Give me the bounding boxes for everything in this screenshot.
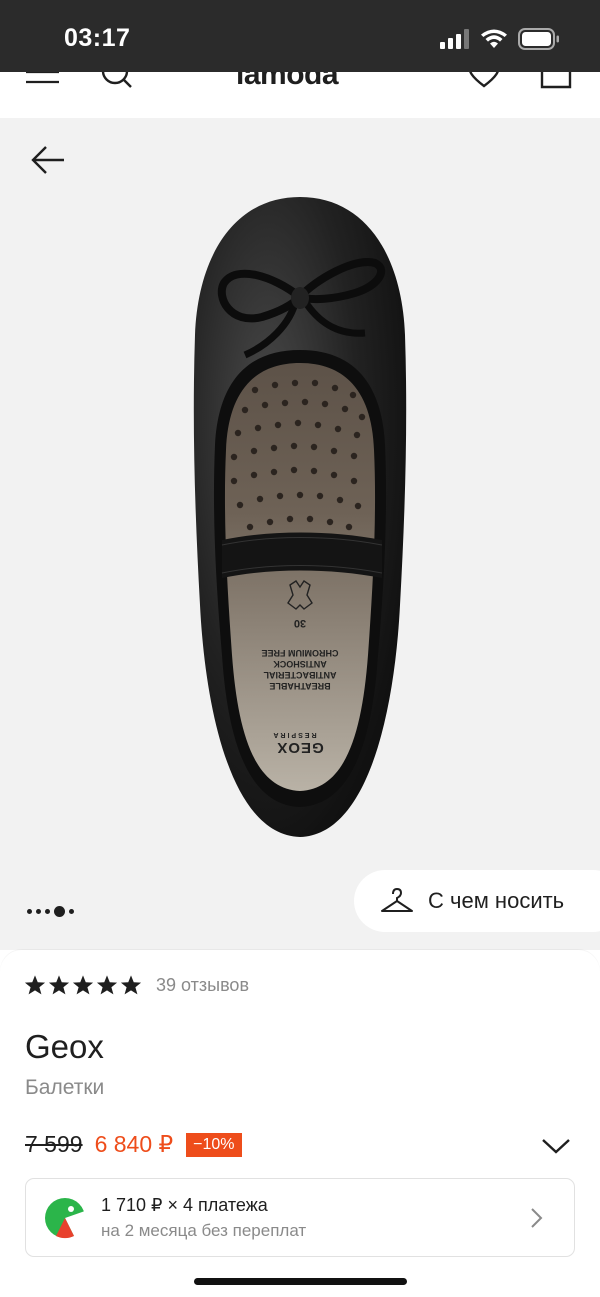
product-image-ballet-flat[interactable]: 30 BREATHABLE ANTIBACTERIAL ANTISHOCK CH… (150, 185, 450, 845)
split-payment-logo-icon (45, 1198, 86, 1239)
lamoda-logo[interactable]: lamoda (236, 72, 339, 92)
cellular-signal-icon (440, 29, 469, 49)
discount-badge: −10% (186, 1132, 242, 1157)
status-time: 03:17 (64, 24, 131, 52)
star-icon (24, 975, 46, 995)
reviews-count-link[interactable]: 39 отзывов (156, 975, 249, 996)
outfit-suggestions-button[interactable]: С чем носить (354, 870, 600, 932)
cart-bag-icon[interactable] (539, 72, 573, 90)
status-icons (440, 28, 560, 50)
battery-icon (518, 28, 559, 50)
product-brand[interactable]: Geox (25, 1028, 104, 1066)
app-header: lamoda (0, 72, 600, 118)
search-icon[interactable] (100, 72, 134, 90)
insole-feature-1: BREATHABLE (269, 681, 330, 691)
insole-sub-logo: RESPIRA (271, 731, 316, 738)
chevron-right-icon (531, 1208, 543, 1228)
pagination-dot[interactable] (69, 909, 74, 914)
home-indicator[interactable] (194, 1278, 407, 1285)
pagination-dot[interactable] (45, 909, 50, 914)
star-icon (48, 975, 70, 995)
favorites-heart-icon[interactable] (466, 72, 502, 90)
pagination-dot[interactable] (27, 909, 32, 914)
outfit-button-label: С чем носить (428, 888, 565, 913)
gallery-pagination-dots (27, 906, 74, 917)
pagination-dot[interactable] (36, 909, 41, 914)
rating-stars (24, 974, 142, 996)
product-category: Балетки (25, 1076, 105, 1099)
wifi-icon (481, 29, 507, 48)
insole-feature-2: ANTIBACTERIAL (263, 670, 336, 680)
insole-size-text: 30 (294, 617, 306, 629)
status-bar: 03:17 (0, 0, 600, 72)
chevron-down-icon[interactable] (540, 1136, 572, 1156)
insole-feature-3: ANTISHOCK (273, 659, 327, 669)
installments-title: 1 710 ₽ × 4 платежа (101, 1195, 268, 1215)
insole-feature-4: CHROMIUM FREE (262, 648, 339, 658)
installments-card[interactable]: 1 710 ₽ × 4 платежа на 2 месяца без пере… (25, 1178, 575, 1257)
insole-brand-logo: GEOX (276, 739, 323, 756)
pagination-dot-active[interactable] (54, 906, 65, 917)
current-price: 6 840 ₽ (94, 1131, 174, 1157)
back-arrow-icon[interactable] (28, 140, 72, 180)
installments-subtitle: на 2 месяца без переплат (101, 1221, 307, 1240)
star-icon (120, 975, 142, 995)
rating-row[interactable]: 39 отзывов (24, 974, 249, 996)
menu-icon[interactable] (26, 72, 60, 86)
old-price: 7 599 (25, 1131, 83, 1157)
star-icon (72, 975, 94, 995)
price-row: 7 599 6 840 ₽ −10% (25, 1131, 242, 1158)
star-icon (96, 975, 118, 995)
hanger-icon (381, 887, 413, 912)
